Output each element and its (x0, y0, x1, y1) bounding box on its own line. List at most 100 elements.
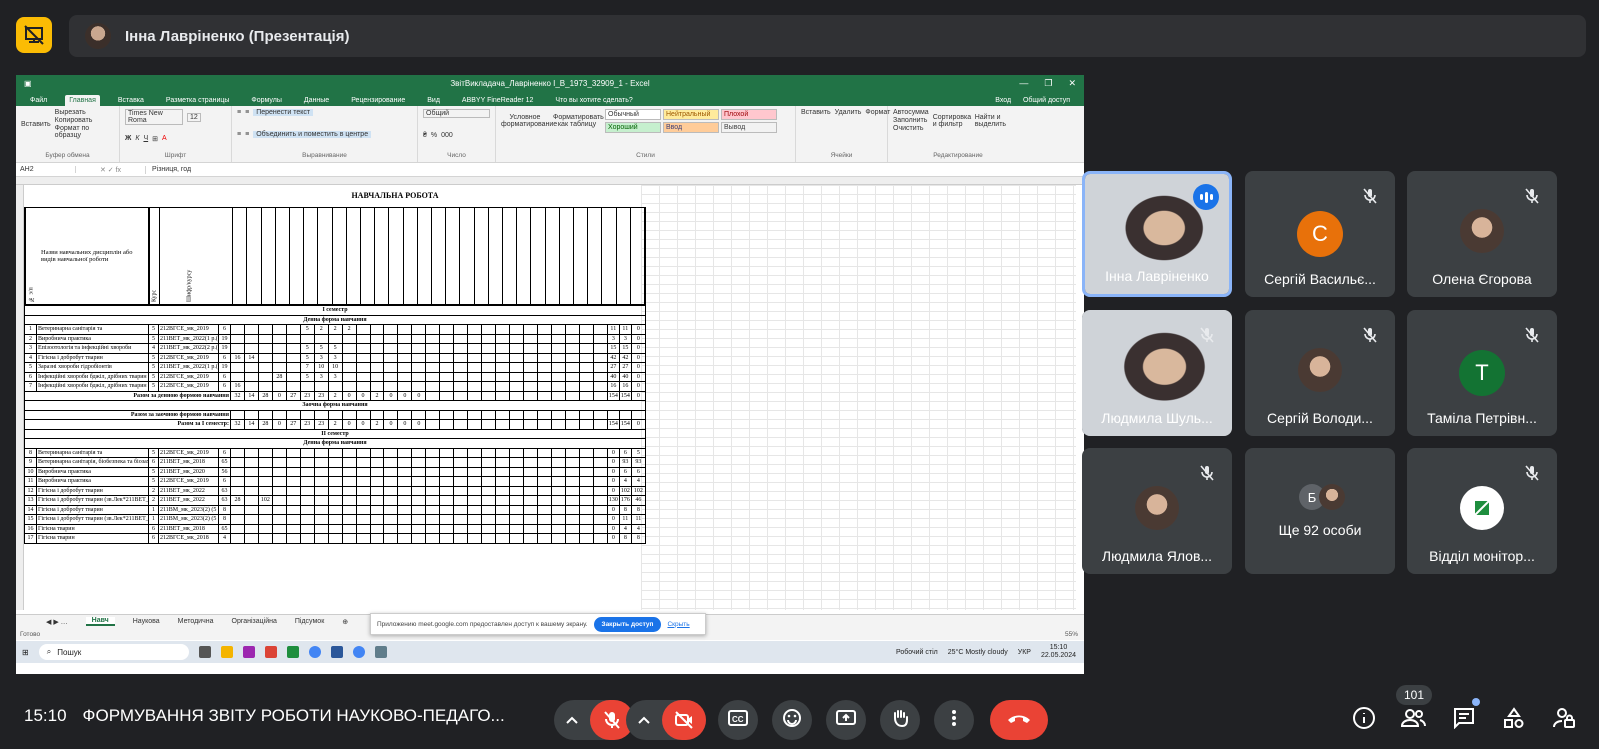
table-cell[interactable] (230, 485, 245, 496)
table-cell[interactable]: 211ВМ_мк_2023(2) (5 р) (158, 504, 219, 515)
table-cell[interactable] (453, 457, 469, 468)
table-cell[interactable] (481, 495, 497, 506)
table-cell[interactable] (230, 533, 245, 544)
table-cell[interactable] (341, 333, 357, 344)
table-cell[interactable] (592, 476, 608, 487)
table-cell[interactable]: 0 (411, 390, 427, 401)
table-cell[interactable] (397, 371, 413, 382)
sort-filter-button[interactable]: Сортировка и фильтр (933, 114, 971, 128)
participant-tile[interactable]: Відділ монітор... (1407, 448, 1557, 574)
table-cell[interactable] (425, 381, 441, 392)
table-cell[interactable] (369, 514, 385, 525)
table-cell[interactable] (411, 324, 427, 335)
formula-input[interactable]: Різниця, год (146, 166, 191, 173)
table-cell[interactable] (439, 381, 455, 392)
table-cell[interactable] (425, 343, 441, 354)
table-cell[interactable] (383, 485, 399, 496)
table-cell[interactable] (509, 419, 525, 430)
table-cell[interactable] (439, 352, 455, 363)
table-cell[interactable]: 14 (243, 352, 259, 363)
table-cell[interactable]: 0 (411, 419, 427, 430)
table-cell[interactable] (495, 419, 511, 430)
table-cell[interactable] (243, 381, 259, 392)
table-cell[interactable]: 211ВМ_мк_2023(2) (5 р) (158, 514, 219, 525)
table-cell[interactable] (383, 381, 399, 392)
font-name-select[interactable]: Times New Roma (125, 109, 183, 125)
table-cell[interactable] (369, 447, 385, 458)
table-cell[interactable] (313, 533, 329, 544)
table-cell[interactable] (230, 466, 245, 477)
table-cell[interactable] (425, 533, 441, 544)
table-cell[interactable]: 0 (630, 352, 647, 363)
table-cell[interactable]: 16 (230, 352, 245, 363)
table-cell[interactable] (523, 476, 538, 487)
table-cell[interactable] (285, 362, 301, 373)
table-cell[interactable]: 3 (618, 333, 632, 344)
table-cell[interactable] (467, 466, 483, 477)
table-cell[interactable] (327, 381, 343, 392)
table-cell[interactable]: 5 (299, 324, 315, 335)
table-cell[interactable]: 28 (257, 390, 273, 401)
table-cell[interactable] (425, 457, 441, 468)
table-cell[interactable] (355, 504, 371, 515)
table-cell[interactable] (355, 371, 371, 382)
table-cell[interactable] (257, 457, 273, 468)
table-cell[interactable]: 3 (313, 352, 329, 363)
table-cell[interactable] (383, 352, 399, 363)
table-cell[interactable] (578, 409, 594, 420)
table-cell[interactable]: Епізоотологія та інфекційні хвороби (36, 343, 149, 354)
table-cell[interactable] (369, 504, 385, 515)
table-cell[interactable] (536, 485, 552, 496)
table-cell[interactable]: 27 (285, 390, 301, 401)
table-cell[interactable] (536, 409, 552, 420)
table-row[interactable]: 13 Гігієна і добробут тварин (зв.Лек*211В… (24, 495, 647, 506)
percent-icon[interactable]: % (431, 132, 437, 139)
table-cell[interactable] (523, 419, 538, 430)
table-cell[interactable] (592, 457, 608, 468)
table-cell[interactable]: 17 (24, 533, 37, 544)
table-cell[interactable] (523, 409, 538, 420)
table-cell[interactable] (411, 352, 427, 363)
table-cell[interactable]: 9 (24, 457, 37, 468)
table-cell[interactable] (243, 371, 259, 382)
table-cell[interactable] (536, 419, 552, 430)
table-cell[interactable] (578, 343, 594, 354)
table-cell[interactable] (467, 457, 483, 468)
table-cell[interactable] (439, 504, 455, 515)
table-cell[interactable]: 6 (630, 466, 647, 477)
style-neutral[interactable]: Нейтральный (663, 109, 719, 120)
table-cell[interactable] (383, 362, 399, 373)
style-input[interactable]: Ввод (663, 122, 719, 133)
table-cell[interactable] (453, 409, 469, 420)
table-cell[interactable]: 5 (148, 381, 159, 392)
table-cell[interactable] (467, 523, 483, 534)
table-cell[interactable] (578, 466, 594, 477)
table-cell[interactable] (411, 504, 427, 515)
table-row[interactable]: 8 Ветеринарна санітарія та 5 212ВГСЕ_мк_201… (24, 447, 647, 458)
table-cell[interactable] (495, 447, 511, 458)
table-cell[interactable]: 6 (218, 381, 231, 392)
table-cell[interactable]: 11 (618, 324, 632, 335)
delete-cells-button[interactable]: Удалить (835, 109, 862, 116)
table-cell[interactable] (383, 333, 399, 344)
table-cell[interactable]: 23 (313, 390, 329, 401)
table-cell[interactable] (523, 495, 538, 506)
table-cell[interactable] (397, 466, 413, 477)
table-cell[interactable] (439, 476, 455, 487)
table-cell[interactable] (550, 523, 566, 534)
table-cell[interactable] (383, 371, 399, 382)
table-row[interactable]: 9 Ветеринарна санітарія, біобезпека та бі… (24, 457, 647, 468)
table-cell[interactable] (285, 333, 301, 344)
table-cell[interactable]: 28 (257, 419, 273, 430)
table-cell[interactable]: Разом за І семестр: (24, 419, 231, 430)
table-cell[interactable] (397, 333, 413, 344)
table-cell[interactable] (578, 381, 594, 392)
table-cell[interactable] (536, 371, 552, 382)
table-cell[interactable] (495, 343, 511, 354)
table-cell[interactable] (550, 419, 566, 430)
table-cell[interactable] (481, 371, 497, 382)
table-cell[interactable] (257, 409, 273, 420)
table-cell[interactable] (411, 533, 427, 544)
table-cell[interactable]: 0 (606, 466, 620, 477)
table-cell[interactable]: 0 (606, 523, 620, 534)
